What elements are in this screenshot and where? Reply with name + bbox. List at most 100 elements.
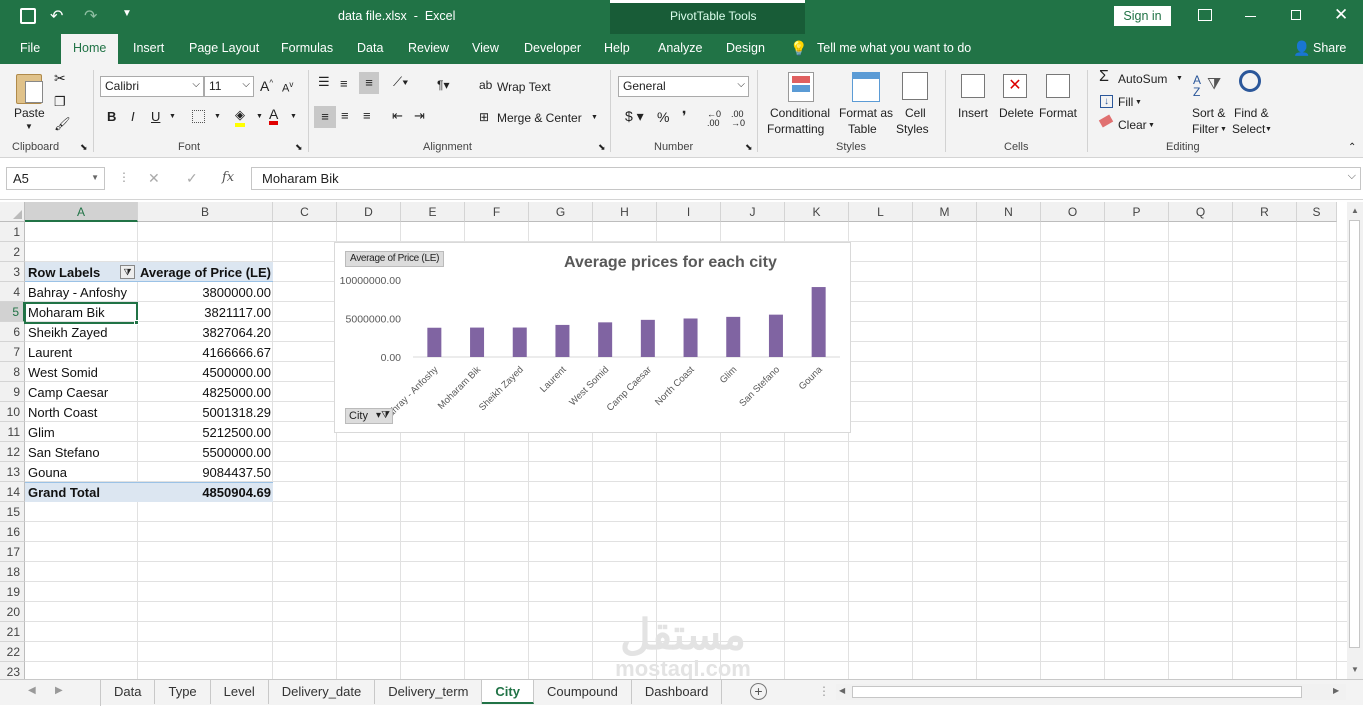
sort-filter-label-2[interactable]: Filter [1192,122,1219,136]
magnifier-icon[interactable] [1239,70,1261,92]
row-header-1[interactable]: 1 [0,222,25,242]
pivot-row-value[interactable]: 4500000.00 [138,363,271,383]
number-launcher-icon[interactable]: ⬊ [745,142,753,153]
row-header-7[interactable]: 7 [0,342,25,362]
chevron-down-icon[interactable]: ▼ [214,113,221,120]
scroll-right-icon[interactable]: ▶ [1333,686,1339,695]
chevron-down-icon[interactable]: ▼ [1135,99,1142,106]
column-header-n[interactable]: N [977,202,1041,222]
row-header-17[interactable]: 17 [0,542,25,562]
pivot-row-value[interactable]: 5001318.29 [138,403,271,423]
bar[interactable] [640,319,655,357]
pivot-row-value[interactable]: 3827064.20 [138,323,271,343]
orientation-icon[interactable]: ⟋▾ [393,74,408,90]
conditional-formatting-icon[interactable] [788,72,814,102]
redo-icon[interactable]: ↷ [84,6,97,26]
bar[interactable] [768,314,783,357]
column-header-r[interactable]: R [1233,202,1297,222]
pivot-row-label[interactable]: Camp Caesar [28,383,108,403]
fill-color-icon[interactable]: ◈ [235,107,245,127]
decrease-decimal-icon[interactable]: .00 →0 [731,110,745,128]
bold-icon[interactable]: B [107,109,116,124]
vertical-scrollbar[interactable]: ▲ ▼ [1347,202,1363,679]
format-as-table-label-2[interactable]: Table [848,122,877,136]
column-header-g[interactable]: G [529,202,593,222]
sort-filter-button[interactable]: Sort & [1192,106,1225,120]
paste-dropdown-icon[interactable]: ▼ [25,122,33,131]
bottom-align-icon[interactable]: ≡ [359,72,379,94]
comma-icon[interactable]: ❜ [682,108,687,125]
column-header-h[interactable]: H [593,202,657,222]
column-header-a[interactable]: A [25,202,138,222]
format-as-table-button[interactable]: Format as [839,106,893,120]
chevron-down-icon[interactable]: ▼ [1148,122,1155,129]
row-header-21[interactable]: 21 [0,622,25,642]
scroll-left-icon[interactable]: ◀ [839,686,845,695]
horizontal-scroll-thumb[interactable] [852,686,1302,698]
collapse-ribbon-icon[interactable]: ⌃ [1348,142,1356,153]
alignment-launcher-icon[interactable]: ⬊ [598,142,606,153]
restore-icon[interactable] [1291,10,1301,20]
row-header-5[interactable]: 5 [0,302,25,322]
tab-developer[interactable]: Developer [524,41,581,55]
clipboard-launcher-icon[interactable]: ⬊ [80,142,88,153]
format-cells-icon[interactable] [1046,74,1070,98]
column-header-k[interactable]: K [785,202,849,222]
delete-cells-icon[interactable]: ✕ [1003,74,1027,98]
select-all-corner[interactable] [0,202,25,222]
paste-button[interactable]: Paste [14,106,45,120]
sheet-tab-coumpound[interactable]: Coumpound [534,680,632,704]
axis-field-button[interactable]: City ▾⧩ [345,408,393,424]
insert-function-icon[interactable]: fx [222,170,234,185]
cancel-icon[interactable]: ✕ [148,170,160,187]
row-header-22[interactable]: 22 [0,642,25,662]
row-header-4[interactable]: 4 [0,282,25,302]
fill-button[interactable]: Fill [1118,95,1133,109]
cut-icon[interactable]: ✂ [54,70,66,87]
row-header-23[interactable]: 23 [0,662,25,679]
share-button[interactable]: Share [1313,41,1346,55]
row-header-14[interactable]: 14 [0,482,25,502]
pivot-row-value[interactable]: 5500000.00 [138,443,271,463]
increase-font-icon[interactable]: A^ [260,78,273,94]
cell-styles-label-2[interactable]: Styles [896,122,929,136]
borders-icon[interactable] [192,110,205,123]
close-icon[interactable]: ✕ [1334,5,1348,25]
increase-indent-icon[interactable]: ⇥ [414,108,425,124]
font-size-select[interactable]: 11 ⌵ [204,76,254,97]
pivot-row-label[interactable]: Gouna [28,463,67,483]
merge-center-button[interactable]: Merge & Center [497,111,582,125]
number-format-select[interactable]: General ⌵ [618,76,749,97]
row-header-13[interactable]: 13 [0,462,25,482]
column-header-e[interactable]: E [401,202,465,222]
copy-icon[interactable]: ❐ [54,94,66,110]
format-as-table-icon[interactable] [852,72,880,102]
tab-file[interactable]: File [20,41,40,55]
scroll-down-icon[interactable]: ▼ [1351,665,1359,674]
chevron-down-icon[interactable]: ▼ [290,113,297,120]
pivot-row-value[interactable]: 4166666.67 [138,343,271,363]
row-header-18[interactable]: 18 [0,562,25,582]
autosum-button[interactable]: AutoSum [1118,72,1167,86]
column-header-m[interactable]: M [913,202,977,222]
pivot-row-value[interactable]: 9084437.50 [138,463,271,483]
column-header-i[interactable]: I [657,202,721,222]
customize-qat-icon[interactable]: ▼ [122,8,132,19]
row-header-16[interactable]: 16 [0,522,25,542]
column-header-c[interactable]: C [273,202,337,222]
align-right-icon[interactable]: ≡ [363,108,371,123]
tab-view[interactable]: View [472,41,499,55]
column-header-f[interactable]: F [465,202,529,222]
filter-dropdown-icon[interactable]: ⧩ [120,265,135,279]
pivot-row-label[interactable]: Glim [28,423,55,443]
prev-sheet-icon[interactable]: ◀ [28,685,36,696]
new-sheet-icon[interactable]: + [750,683,767,700]
sign-in-button[interactable]: Sign in [1114,6,1171,26]
save-icon[interactable] [20,8,36,24]
row-header-15[interactable]: 15 [0,502,25,522]
font-name-select[interactable]: Calibri ⌵ [100,76,204,97]
tab-analyze[interactable]: Analyze [658,41,702,55]
column-header-s[interactable]: S [1297,202,1337,222]
bar[interactable] [555,324,570,357]
pivot-row-label[interactable]: North Coast [28,403,97,423]
